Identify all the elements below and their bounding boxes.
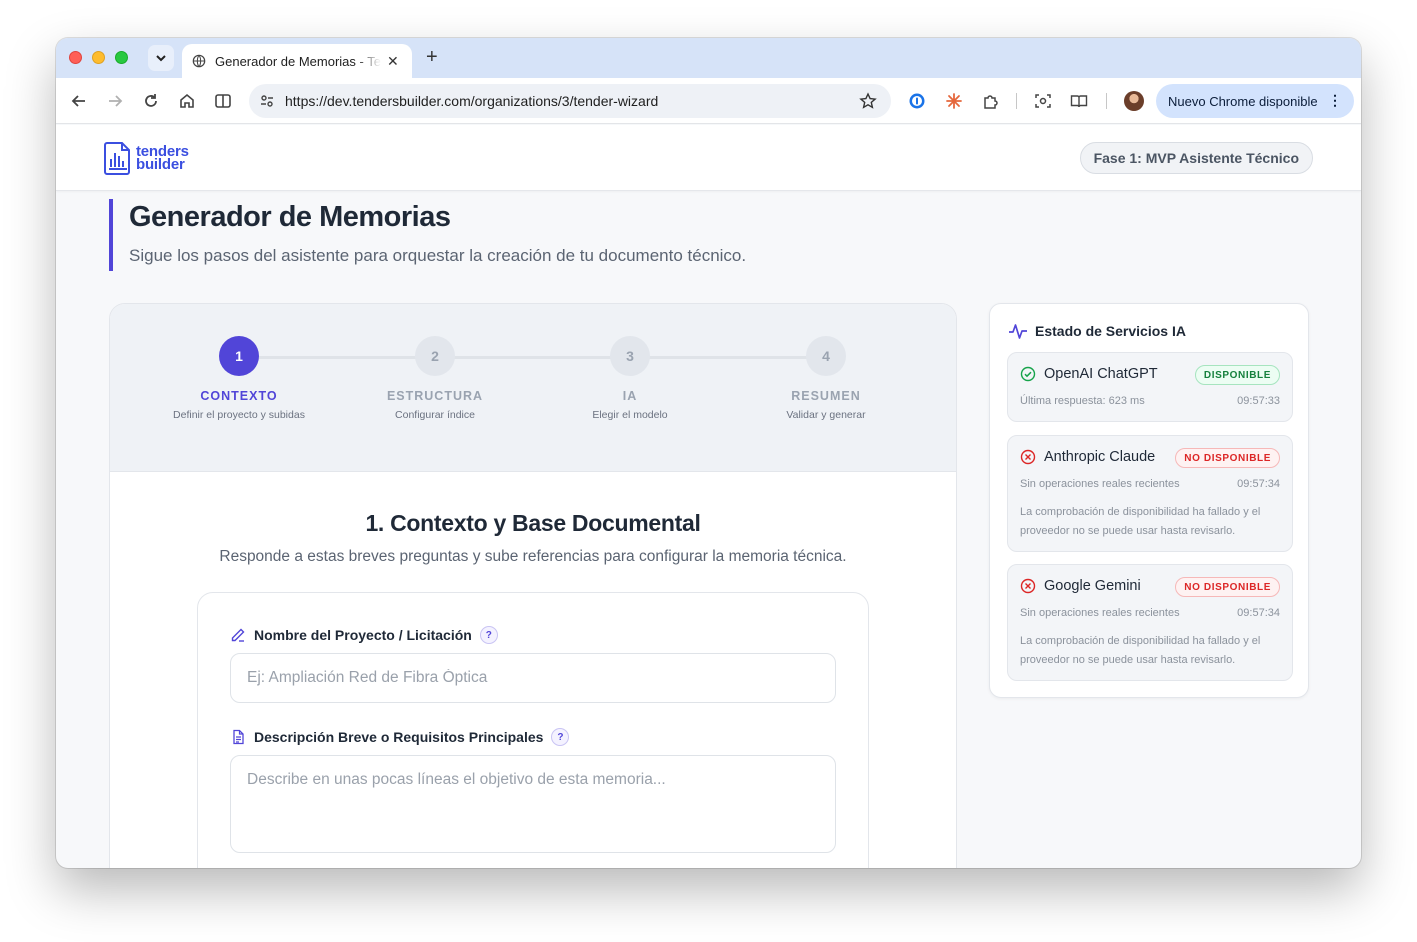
- project-name-label: Nombre del Proyecto / Licitación ?: [230, 626, 498, 644]
- step-number: 4: [806, 336, 846, 376]
- section-title: 1. Contexto y Base Documental: [365, 510, 701, 536]
- status-panel-title: Estado de Servicios IA: [1008, 321, 1186, 341]
- wizard-card: 1 CONTEXTO Definir el proyecto y subidas…: [109, 303, 957, 868]
- status-badge: NO DISPONIBLE: [1175, 448, 1280, 468]
- service-meta: Última respuesta: 623 ms: [1020, 395, 1145, 407]
- service-timestamp: 09:57:33: [1237, 395, 1280, 407]
- tab-title: Generador de Memorias - Tenders Builder: [215, 53, 381, 69]
- reload-icon[interactable]: [142, 92, 160, 110]
- update-label: Nuevo Chrome disponible: [1168, 93, 1318, 109]
- logo-document-icon: [104, 142, 130, 175]
- service-meta: Sin operaciones reales recientes: [1020, 607, 1180, 619]
- screenshot-icon[interactable]: [1034, 92, 1052, 110]
- context-form: Nombre del Proyecto / Licitación ? Descr…: [197, 592, 869, 868]
- step-number: 3: [610, 336, 650, 376]
- service-card-gemini: Google Gemini NO DISPONIBLE Sin operacio…: [1007, 564, 1293, 681]
- bookmark-star-icon[interactable]: [859, 92, 877, 110]
- profile-avatar[interactable]: [1124, 91, 1144, 111]
- step-number: 2: [415, 336, 455, 376]
- step-description: Validar y generar: [786, 409, 866, 421]
- forward-icon[interactable]: [106, 92, 124, 110]
- service-error-message: La comprobación de disponibilidad ha fal…: [1020, 506, 1261, 537]
- service-timestamp: 09:57:34: [1237, 478, 1280, 490]
- project-name-input[interactable]: [230, 653, 836, 703]
- tenders-builder-logo[interactable]: tenders builder: [104, 141, 189, 175]
- page-title: Generador de Memorias: [129, 201, 451, 233]
- logo-text: tenders builder: [136, 143, 189, 173]
- pencil-icon: [231, 628, 245, 642]
- toolbar-separator: [1016, 93, 1017, 109]
- step-description: Configurar índice: [395, 409, 475, 421]
- page-subtitle: Sigue los pasos del asistente para orque…: [129, 246, 747, 265]
- description-textarea[interactable]: [230, 755, 836, 853]
- ai-status-panel: Estado de Servicios IA OpenAI ChatGPT DI…: [989, 303, 1309, 698]
- tab-strip: Generador de Memorias - Tenders Builder …: [56, 38, 1361, 78]
- step-number: 1: [219, 336, 259, 376]
- service-error-message: La comprobación de disponibilidad ha fal…: [1020, 635, 1261, 666]
- back-icon[interactable]: [70, 92, 88, 110]
- status-badge: NO DISPONIBLE: [1175, 577, 1280, 597]
- step-name: RESUMEN: [791, 389, 861, 403]
- status-badge: DISPONIBLE: [1194, 365, 1280, 385]
- section-subtitle: Responde a estas breves preguntas y sube…: [219, 548, 847, 565]
- close-tab-icon[interactable]: ✕: [387, 53, 399, 70]
- page-heading: Generador de Memorias Sigue los pasos de…: [109, 199, 746, 271]
- step-name: ESTRUCTURA: [386, 389, 484, 403]
- service-name: Anthropic Claude: [1020, 449, 1155, 465]
- chrome-update-button[interactable]: Nuevo Chrome disponible ⋮: [1156, 84, 1354, 118]
- service-timestamp: 09:57:34: [1237, 607, 1280, 619]
- chevron-down-icon: [156, 55, 166, 62]
- x-circle-icon: [1020, 578, 1036, 594]
- description-help-icon[interactable]: ?: [551, 728, 570, 746]
- reading-mode-icon[interactable]: [1070, 92, 1088, 110]
- service-card-anthropic: Anthropic Claude NO DISPONIBLE Sin opera…: [1007, 435, 1293, 552]
- site-info-icon[interactable]: [259, 93, 275, 109]
- wizard-stepper: 1 CONTEXTO Definir el proyecto y subidas…: [110, 304, 956, 472]
- step-description: Definir el proyecto y subidas: [173, 409, 305, 421]
- step-ia[interactable]: 3 IA Elegir el modelo: [540, 336, 720, 421]
- step-estructura[interactable]: 2 ESTRUCTURA Configurar índice: [345, 336, 525, 421]
- tab-search-button[interactable]: [148, 45, 174, 71]
- step-description: Elegir el modelo: [592, 409, 668, 421]
- globe-icon: [192, 54, 206, 68]
- side-panel-icon[interactable]: [214, 92, 232, 110]
- address-bar[interactable]: https://dev.tendersbuilder.com/organizat…: [249, 84, 891, 118]
- document-icon: [233, 729, 244, 745]
- toolbar-separator: [1106, 93, 1107, 109]
- more-menu-icon[interactable]: ⋮: [1328, 92, 1342, 109]
- new-tab-button[interactable]: +: [426, 47, 438, 67]
- close-window-button[interactable]: [69, 51, 82, 64]
- sparkle-extension-icon[interactable]: [945, 92, 963, 110]
- service-name: Google Gemini: [1020, 578, 1141, 594]
- browser-window: Generador de Memorias - Tenders Builder …: [56, 38, 1361, 868]
- x-circle-icon: [1020, 449, 1036, 465]
- browser-tab[interactable]: Generador de Memorias - Tenders Builder …: [182, 44, 412, 78]
- step-name: IA: [622, 389, 638, 403]
- description-label: Descripción Breve o Requisitos Principal…: [230, 728, 570, 746]
- browser-toolbar: https://dev.tendersbuilder.com/organizat…: [56, 78, 1361, 124]
- check-circle-icon: [1020, 366, 1036, 382]
- service-card-openai: OpenAI ChatGPT DISPONIBLE Última respues…: [1007, 352, 1293, 422]
- phase-badge: Fase 1: MVP Asistente Técnico: [1079, 142, 1313, 174]
- extensions-puzzle-icon[interactable]: [981, 92, 999, 110]
- minimize-window-button[interactable]: [92, 51, 105, 64]
- password-manager-icon[interactable]: [908, 92, 926, 110]
- step-contexto[interactable]: 1 CONTEXTO Definir el proyecto y subidas: [149, 336, 329, 421]
- app-header: tenders builder Fase 1: MVP Asistente Té…: [56, 125, 1361, 191]
- activity-pulse-icon: [1009, 324, 1027, 339]
- step-name: CONTEXTO: [200, 389, 278, 403]
- service-name: OpenAI ChatGPT: [1020, 366, 1158, 382]
- maximize-window-button[interactable]: [115, 51, 128, 64]
- url-text: https://dev.tendersbuilder.com/organizat…: [285, 93, 659, 109]
- home-icon[interactable]: [178, 92, 196, 110]
- project-help-icon[interactable]: ?: [479, 626, 498, 644]
- service-meta: Sin operaciones reales recientes: [1020, 478, 1180, 490]
- step-resumen[interactable]: 4 RESUMEN Validar y generar: [736, 336, 916, 421]
